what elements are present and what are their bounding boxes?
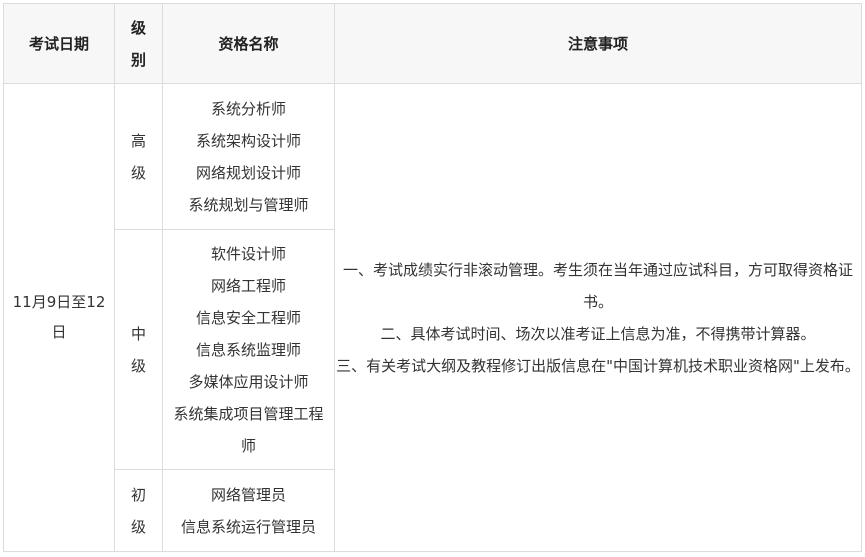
level-row-senior: 11月9日至12日 高级 系统分析师 系统架构设计师 网络规划设计师 系统规划与…	[3, 83, 862, 552]
level-cell: 初级	[114, 469, 163, 552]
qualification-name: 系统架构设计师	[195, 131, 301, 150]
note-item: 一、考试成绩实行非滚动管理。考生须在当年通过应试科目，方可取得资格证书。	[342, 260, 853, 311]
header-level: 级别	[114, 3, 163, 84]
level-cell: 高级	[114, 83, 163, 230]
exam-date-cell: 11月9日至12日	[3, 83, 115, 552]
qualification-name: 网络规划设计师	[195, 163, 301, 182]
header-notes: 注意事项	[334, 3, 862, 84]
header-row: 考试日期 级别 资格名称 注意事项	[3, 3, 862, 84]
qualification-name: 系统分析师	[210, 99, 286, 118]
qualification-name: 信息系统运行管理员	[180, 517, 316, 536]
qualification-name: 系统集成项目管理工程师	[173, 404, 324, 455]
exam-date: 11月9日至12日	[12, 293, 106, 341]
note-item: 三、有关考试大纲及教程修订出版信息在"中国计算机技术职业资格网"上发布。	[336, 356, 860, 375]
names-cell: 网络管理员 信息系统运行管理员	[162, 469, 335, 552]
qualification-name: 多媒体应用设计师	[188, 372, 309, 391]
qualification-name: 系统规划与管理师	[188, 195, 309, 214]
level-cell: 中级	[114, 229, 163, 470]
level-label: 初级	[130, 485, 146, 536]
qualification-name: 网络管理员	[210, 485, 286, 504]
note-item: 二、具体考试时间、场次以准考证上信息为准，不得携带计算器。	[380, 324, 816, 343]
header-name: 资格名称	[162, 3, 335, 84]
qualification-name: 软件设计师	[210, 244, 286, 263]
qualification-name: 信息安全工程师	[195, 308, 301, 327]
qualification-name: 信息系统监理师	[195, 340, 301, 359]
names-cell: 软件设计师 网络工程师 信息安全工程师 信息系统监理师 多媒体应用设计师 系统集…	[162, 229, 335, 470]
exam-schedule-table: 考试日期 级别 资格名称 注意事项 11月9日至12日 高级 系统分析师 系统架…	[3, 3, 862, 552]
level-label: 中级	[130, 324, 146, 375]
qualification-name: 网络工程师	[210, 276, 286, 295]
level-label: 高级	[130, 131, 146, 182]
notes-cell: 一、考试成绩实行非滚动管理。考生须在当年通过应试科目，方可取得资格证书。 二、具…	[334, 83, 862, 552]
names-cell: 系统分析师 系统架构设计师 网络规划设计师 系统规划与管理师	[162, 83, 335, 230]
header-date: 考试日期	[3, 3, 115, 84]
